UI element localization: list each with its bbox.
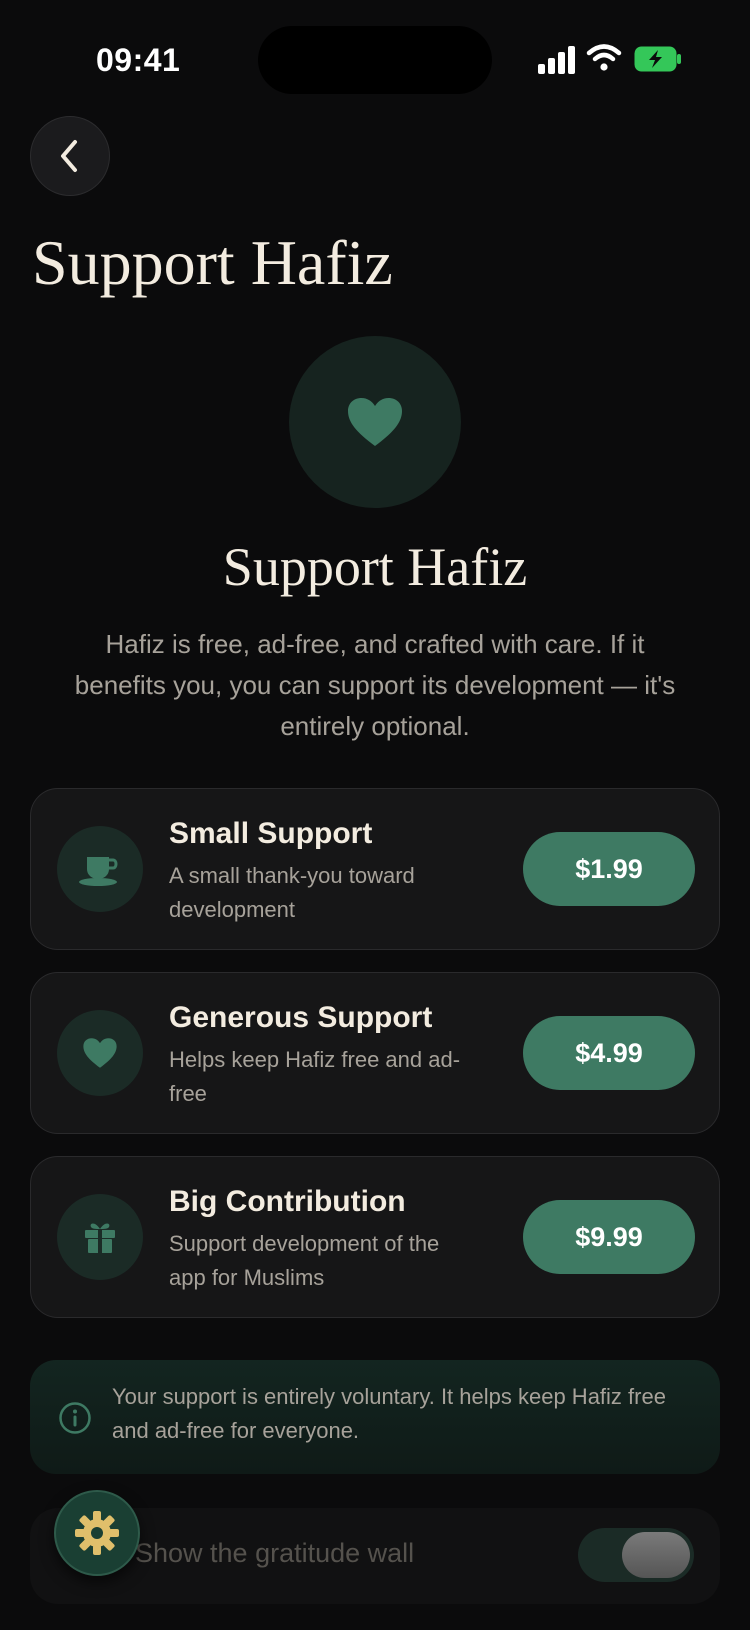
gift-icon [85, 1223, 115, 1253]
hero-title: Support Hafiz [222, 537, 528, 597]
price-button-1-99[interactable]: $1.99 [523, 832, 695, 906]
heart-icon [348, 398, 402, 446]
cellular-signal-icon [538, 44, 578, 74]
heart-icon [83, 1038, 117, 1068]
battery-charging-icon [634, 46, 681, 72]
gear-icon [75, 1511, 119, 1555]
wifi-icon [586, 44, 622, 71]
coffee-cup-icon [79, 857, 118, 886]
info-icon [59, 1402, 91, 1434]
support-option-big[interactable]: Big Contribution Support development of … [30, 1156, 720, 1318]
price-button-9-99[interactable]: $9.99 [523, 1200, 695, 1274]
option-title: Big Contribution [169, 1185, 406, 1218]
toggle-knob [622, 1532, 690, 1578]
page-title: Support Hafiz [32, 227, 393, 298]
hero-description: Hafiz is free, ad-free, and crafted with… [74, 629, 676, 741]
chevron-left-icon [61, 140, 77, 172]
option-icon-badge [57, 1194, 143, 1280]
info-note-text: Your support is entirely voluntary. It h… [112, 1384, 666, 1443]
option-icon-badge [57, 1010, 143, 1096]
option-title: Generous Support [169, 1001, 433, 1034]
status-time: 09:41 [96, 42, 181, 78]
option-title: Small Support [169, 817, 373, 850]
support-option-small[interactable]: Small Support A small thank-you toward d… [30, 788, 720, 950]
back-button[interactable] [30, 116, 110, 196]
option-subtitle: A small thank-you toward development [169, 863, 415, 922]
settings-fab-button[interactable] [54, 1490, 140, 1576]
price-button-4-99[interactable]: $4.99 [523, 1016, 695, 1090]
hero-badge [289, 336, 461, 508]
gratitude-wall-toggle[interactable] [578, 1528, 694, 1582]
option-subtitle: Helps keep Hafiz free and ad-free [169, 1047, 461, 1106]
status-bar: 09:41 [0, 0, 750, 120]
support-option-generous[interactable]: Generous Support Helps keep Hafiz free a… [30, 972, 720, 1134]
option-subtitle: Support development of the app for Musli… [169, 1231, 440, 1290]
dynamic-island [258, 26, 492, 94]
option-icon-badge [57, 826, 143, 912]
info-note: Your support is entirely voluntary. It h… [30, 1360, 720, 1474]
gratitude-wall-label: Show the gratitude wall [135, 1538, 415, 1568]
